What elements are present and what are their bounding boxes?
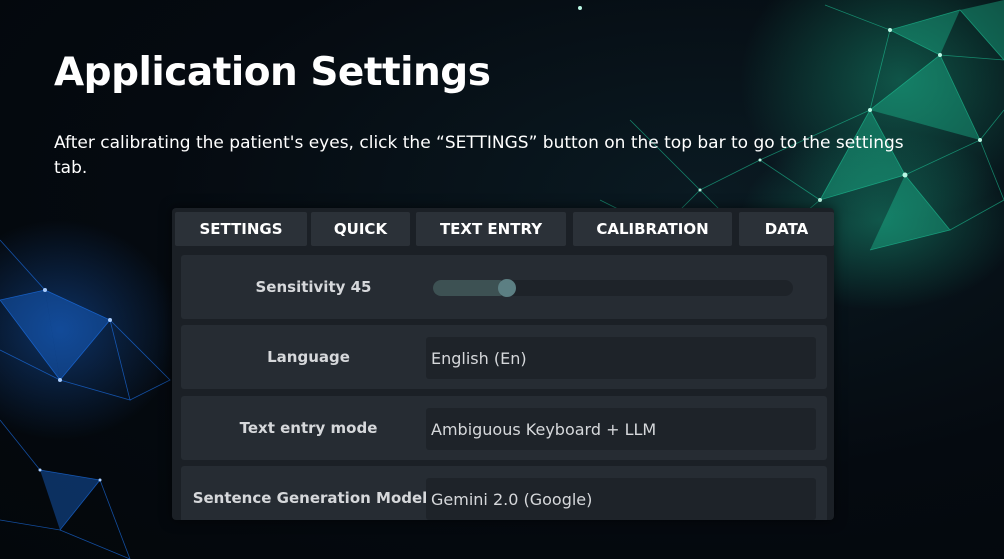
text-entry-mode-label: Text entry mode <box>239 419 378 437</box>
setting-row-language: Language English (En) <box>181 325 827 389</box>
tab-calibration[interactable]: CALIBRATION <box>573 212 732 246</box>
sensitivity-slider-fill <box>433 280 507 296</box>
tab-data[interactable]: DATA <box>739 212 834 246</box>
sensitivity-label: Sensitivity <box>255 278 346 296</box>
setting-row-sentence-model: Sentence Generation Model Gemini 2.0 (Go… <box>181 466 827 520</box>
language-label: Language <box>267 348 350 366</box>
sensitivity-slider[interactable] <box>433 279 793 297</box>
setting-row-sensitivity: Sensitivity 45 <box>181 255 827 319</box>
settings-panel: SETTINGS QUICK TEXT ENTRY CALIBRATION DA… <box>172 208 834 520</box>
sensitivity-value: 45 <box>350 278 372 296</box>
setting-row-text-entry-mode: Text entry mode Ambiguous Keyboard + LLM <box>181 396 827 460</box>
tab-settings[interactable]: SETTINGS <box>175 212 307 246</box>
slide-instruction: After calibrating the patient's eyes, cl… <box>54 133 904 178</box>
tab-text-entry[interactable]: TEXT ENTRY <box>416 212 566 246</box>
text-entry-mode-select[interactable]: Ambiguous Keyboard + LLM <box>426 408 816 450</box>
sensitivity-label-group: Sensitivity 45 <box>181 255 446 319</box>
language-select[interactable]: English (En) <box>426 337 816 379</box>
sentence-model-select[interactable]: Gemini 2.0 (Google) <box>426 478 816 520</box>
slide-title: Application Settings <box>54 50 491 95</box>
tab-quick[interactable]: QUICK <box>311 212 410 246</box>
sensitivity-slider-thumb[interactable] <box>498 279 516 297</box>
sentence-model-label: Sentence Generation Model <box>192 489 428 507</box>
